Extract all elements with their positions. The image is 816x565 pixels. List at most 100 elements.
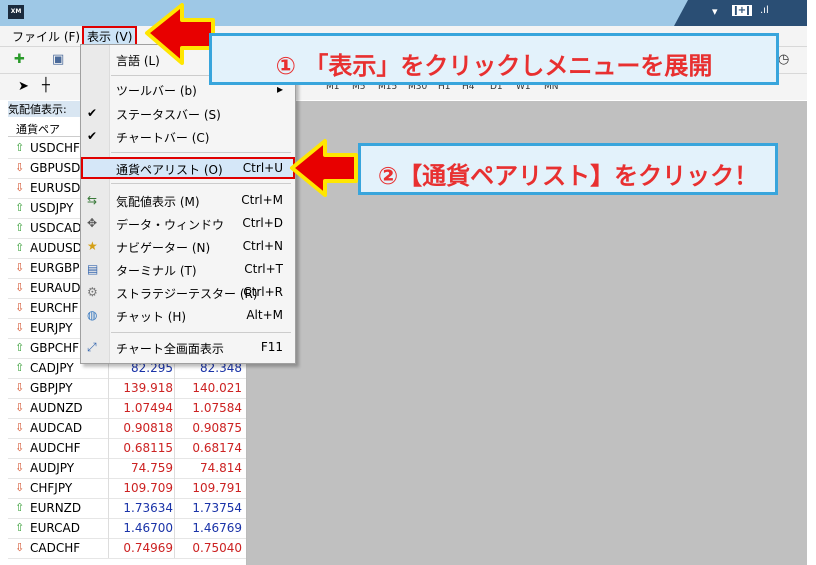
column-divider (108, 438, 109, 458)
menu-item-strategy-tester[interactable]: ⚙ ストラテジーテスター (R) Ctrl+R (81, 282, 295, 304)
column-divider (174, 498, 175, 518)
column-divider (108, 498, 109, 518)
table-row[interactable]: ⇩ CHFJPY 109.709 109.791 (8, 478, 246, 499)
menu-separator (111, 332, 291, 333)
ask-cell: 1.73754 (192, 501, 242, 515)
menu-item-label: チャートバー (C) (116, 131, 210, 145)
ask-cell: 74.814 (200, 461, 242, 475)
menu-item-label: 気配値表示 (M) (116, 195, 200, 209)
column-divider (108, 398, 109, 418)
bid-cell: 139.918 (123, 381, 173, 395)
dropdown-icon[interactable]: ▾ (712, 5, 718, 18)
menu-item-label: 言語 (L) (116, 54, 160, 68)
column-divider (174, 478, 175, 498)
symbol-cell: AUDNZD (30, 401, 83, 415)
crosshair-icon[interactable]: ┼ (42, 78, 50, 93)
terminal-icon: ▤ (87, 262, 99, 276)
arrow-down-icon: ⇩ (15, 461, 25, 474)
arrow-up-icon: ⇧ (15, 141, 25, 154)
table-row[interactable]: ⇩ AUDCHF 0.68115 0.68174 (8, 438, 246, 459)
profiles-icon[interactable]: ▣ (52, 52, 64, 67)
restore-window-icon[interactable]: ǀ+ǀ (732, 5, 752, 16)
market-watch-icon: ⇆ (87, 193, 98, 207)
column-divider (108, 378, 109, 398)
arrow-up-icon: ⇧ (15, 501, 25, 514)
check-icon: ✔ (87, 106, 98, 120)
menu-item-shortcut: Alt+M (246, 308, 283, 322)
arrow-down-icon: ⇩ (15, 441, 25, 454)
menu-item-fullscreen[interactable]: ⤢ チャート全画面表示 F11 (81, 337, 295, 359)
table-row[interactable]: ⇩ AUDNZD 1.07494 1.07584 (8, 398, 246, 419)
column-divider (174, 538, 175, 558)
ask-cell: 0.68174 (192, 441, 242, 455)
arrow-down-icon: ⇩ (15, 181, 25, 194)
table-row[interactable]: ⇩ AUDCAD 0.90818 0.90875 (8, 418, 246, 439)
ask-cell: 1.46769 (192, 521, 242, 535)
ask-cell: 140.021 (192, 381, 242, 395)
symbol-cell: EURNZD (30, 501, 82, 515)
menu-item-terminal[interactable]: ▤ ターミナル (T) Ctrl+T (81, 259, 295, 281)
symbol-cell: CADCHF (30, 541, 81, 555)
table-row[interactable]: ⇩ CADCHF 0.74969 0.75040 (8, 538, 246, 559)
ask-cell: 109.791 (192, 481, 242, 495)
new-chart-icon[interactable]: ✚ (14, 52, 25, 67)
bid-cell: 0.68115 (123, 441, 173, 455)
menu-file[interactable]: ファイル (F) (12, 28, 80, 45)
symbol-cell: USDJPY (30, 201, 74, 215)
menu-item-market-watch[interactable]: ⇆ 気配値表示 (M) Ctrl+M (81, 190, 295, 212)
table-row[interactable]: ⇩ GBPJPY 139.918 140.021 (8, 378, 246, 399)
symbol-cell: AUDCAD (30, 421, 83, 435)
table-row[interactable]: ⇩ AUDJPY 74.759 74.814 (8, 458, 246, 479)
cursor-icon[interactable]: ➤ (18, 79, 29, 94)
menu-item-chartbar[interactable]: ✔ チャートバー (C) (81, 126, 295, 148)
bid-cell: 1.46700 (123, 521, 173, 535)
ask-cell: 1.07584 (192, 401, 242, 415)
menu-separator (111, 152, 291, 153)
tester-icon: ⚙ (87, 285, 98, 299)
callout-step2: ②【通貨ペアリスト】をクリック！ (358, 143, 778, 195)
column-divider (174, 398, 175, 418)
menu-item-data-window[interactable]: ✥ データ・ウィンドウ Ctrl+D (81, 213, 295, 235)
arrow-down-icon: ⇩ (15, 261, 25, 274)
arrow-down-icon: ⇩ (15, 401, 25, 414)
signal-icon: .ıl (760, 5, 769, 16)
menu-item-symbols[interactable]: 通貨ペアリスト (O) Ctrl+U (81, 157, 295, 179)
ask-cell: 0.75040 (192, 541, 242, 555)
symbol-cell: GBPCHF (30, 341, 80, 355)
menu-item-shortcut: Ctrl+D (242, 216, 283, 230)
menu-item-label: ターミナル (T) (116, 264, 197, 278)
arrow-down-icon: ⇩ (15, 161, 25, 174)
menu-item-navigator[interactable]: ★ ナビゲーター (N) Ctrl+N (81, 236, 295, 258)
column-divider (108, 538, 109, 558)
arrow-down-icon: ⇩ (15, 381, 25, 394)
symbol-cell: EURJPY (30, 321, 73, 335)
arrow-up-icon: ⇧ (15, 241, 25, 254)
symbol-cell: EURGBP (30, 261, 80, 275)
column-symbol-label: 通貨ペア (16, 123, 60, 136)
column-divider (174, 438, 175, 458)
menu-item-shortcut: Ctrl+R (243, 285, 283, 299)
title-bar: XM ▾ ǀ+ǀ .ıl (0, 0, 807, 26)
menu-item-shortcut: F11 (260, 340, 283, 354)
arrow-up-icon: ⇧ (15, 341, 25, 354)
menu-item-statusbar[interactable]: ✔ ステータスバー (S) (81, 103, 295, 125)
arrow-down-icon: ⇩ (15, 301, 25, 314)
check-icon: ✔ (87, 129, 98, 143)
menu-item-shortcut: Ctrl+N (242, 239, 283, 253)
column-divider (108, 418, 109, 438)
arrow-up-icon: ⇧ (15, 201, 25, 214)
clock-icon[interactable]: ◷ (778, 52, 789, 67)
menu-item-chat[interactable]: ◍ チャット (H) Alt+M (81, 305, 295, 327)
arrow-down-icon: ⇩ (15, 541, 25, 554)
column-divider (174, 418, 175, 438)
bid-cell: 1.73634 (123, 501, 173, 515)
menu-separator (111, 183, 291, 184)
menu-item-label: チャット (H) (116, 310, 187, 324)
symbol-cell: AUDUSD (30, 241, 82, 255)
arrow-up-icon: ⇧ (15, 221, 25, 234)
bid-cell: 0.90818 (123, 421, 173, 435)
column-divider (174, 518, 175, 538)
table-row[interactable]: ⇧ EURCAD 1.46700 1.46769 (8, 518, 246, 539)
table-row[interactable]: ⇧ EURNZD 1.73634 1.73754 (8, 498, 246, 519)
bid-cell: 1.07494 (123, 401, 173, 415)
